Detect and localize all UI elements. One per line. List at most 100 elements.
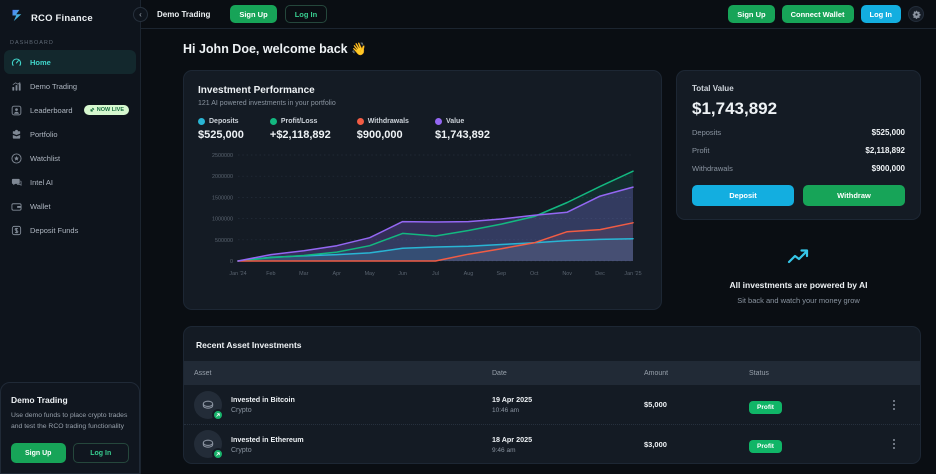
sidebar-item-leaderboard[interactable]: Leaderboard NOW LIVE: [4, 98, 136, 122]
legend-deposits: Deposits $525,000: [198, 118, 244, 141]
invest-arrow-badge: [212, 409, 224, 421]
sidebar-item-label: Portfolio: [30, 130, 58, 139]
sidebar-item-label: Wallet: [30, 202, 51, 211]
sidebar-item-intel-ai[interactable]: Intel AI: [4, 170, 136, 194]
promo-title: Demo Trading: [11, 395, 129, 405]
sidebar-item-label: Demo Trading: [30, 82, 77, 91]
svg-text:0: 0: [230, 259, 233, 265]
wave-emoji: 👋: [351, 42, 367, 56]
performance-chart-area[interactable]: 05000001000000150000020000002500000Jan '…: [198, 147, 647, 290]
gauge-icon: [11, 57, 22, 68]
sidebar-item-portfolio[interactable]: Portfolio: [4, 122, 136, 146]
page-title: Hi John Doe, welcome back 👋: [183, 42, 921, 57]
sidebar-item-label: Watchlist: [30, 154, 60, 163]
person-icon: [11, 105, 22, 116]
legend-dot-withdrawals: [357, 118, 364, 125]
total-row-profit: Profit$2,118,892: [692, 146, 905, 155]
table-row[interactable]: Invested in Ethereum Crypto 18 Apr 2025 …: [184, 424, 920, 463]
chat-icon: [11, 177, 22, 188]
total-value-label: Total Value: [692, 84, 905, 93]
svg-text:Feb: Feb: [266, 271, 275, 277]
sidebar-item-label: Home: [30, 58, 51, 67]
svg-text:Jun: Jun: [398, 271, 407, 277]
status-badge: Profit: [749, 401, 782, 414]
topbar-login-button[interactable]: Log In: [285, 5, 328, 23]
promo-text: Use demo funds to place crypto trades an…: [11, 411, 129, 433]
sidebar: RCO Finance DASHBOARD Home Demo Trading: [0, 0, 141, 474]
total-value-amount: $1,743,892: [692, 99, 905, 119]
brand-logo-icon: [10, 8, 25, 28]
total-row-deposits: Deposits$525,000: [692, 128, 905, 137]
deposit-button[interactable]: Deposit: [692, 185, 794, 206]
brand-logo-row[interactable]: RCO Finance: [0, 0, 140, 34]
login-button[interactable]: Log In: [861, 5, 902, 23]
invest-amount: $5,000: [634, 400, 739, 409]
svg-text:Aug: Aug: [464, 271, 474, 277]
svg-text:1500000: 1500000: [212, 195, 233, 201]
asset-avatar: [194, 430, 222, 458]
connect-wallet-button[interactable]: Connect Wallet: [782, 5, 854, 23]
ai-promo-title: All investments are powered by AI: [676, 280, 921, 290]
col-header-status: Status: [739, 370, 887, 377]
row-menu-button[interactable]: [887, 400, 901, 410]
withdraw-button[interactable]: Withdraw: [803, 185, 905, 206]
sidebar-item-label: Leaderboard: [30, 106, 73, 115]
asset-type: Crypto: [231, 407, 295, 414]
gear-icon: [912, 10, 921, 19]
promo-signup-button[interactable]: Sign Up: [11, 443, 66, 463]
topbar-signup-button[interactable]: Sign Up: [230, 5, 276, 23]
recent-investments-card: Recent Asset Investments Asset Date Amou…: [183, 326, 921, 464]
svg-text:May: May: [365, 271, 375, 277]
app-root: RCO Finance DASHBOARD Home Demo Trading: [0, 0, 936, 474]
svg-text:Sep: Sep: [497, 271, 507, 277]
asset-avatar: [194, 391, 222, 419]
sidebar-collapse-button[interactable]: ‹: [133, 7, 148, 22]
sidebar-item-home[interactable]: Home: [4, 50, 136, 74]
rocket-icon: [89, 107, 95, 113]
sidebar-item-deposit-funds[interactable]: Deposit Funds: [4, 218, 136, 242]
legend-dot-deposits: [198, 118, 205, 125]
table-row[interactable]: Invested in Bitcoin Crypto 19 Apr 2025 1…: [184, 385, 920, 424]
signup-button[interactable]: Sign Up: [728, 5, 774, 23]
briefcase-icon: [11, 129, 22, 140]
trending-up-icon: [787, 248, 811, 265]
settings-gear-button[interactable]: [908, 6, 924, 22]
ai-promo-subtitle: Sit back and watch your money grow: [676, 296, 921, 305]
legend-value: Value $1,743,892: [435, 118, 490, 141]
investment-performance-card: Investment Performance 121 AI powered in…: [183, 70, 662, 310]
sidebar-section-label: DASHBOARD: [0, 34, 140, 50]
invest-time: 9:46 am: [492, 447, 634, 454]
performance-chart: 05000001000000150000020000002500000Jan '…: [198, 147, 649, 285]
sidebar-item-watchlist[interactable]: Watchlist: [4, 146, 136, 170]
bar-chart-icon: [11, 81, 22, 92]
main-content: Hi John Doe, welcome back 👋 Investment P…: [141, 29, 936, 474]
svg-text:2000000: 2000000: [212, 174, 233, 180]
invest-date: 19 Apr 2025: [492, 395, 634, 404]
wallet-icon: [11, 201, 22, 212]
legend-profit-loss: Profit/Loss +$2,118,892: [270, 118, 331, 141]
row-menu-button[interactable]: [887, 439, 901, 449]
right-column: Total Value $1,743,892 Deposits$525,000 …: [676, 70, 921, 310]
col-header-asset: Asset: [184, 370, 482, 377]
sidebar-item-wallet[interactable]: Wallet: [4, 194, 136, 218]
svg-text:Jan '25: Jan '25: [624, 271, 641, 277]
legend-dot-profit: [270, 118, 277, 125]
svg-text:Dec: Dec: [595, 271, 605, 277]
star-icon: [11, 153, 22, 164]
sidebar-item-demo-trading[interactable]: Demo Trading: [4, 74, 136, 98]
sidebar-item-label: Deposit Funds: [30, 226, 78, 235]
col-header-date: Date: [482, 370, 634, 377]
sidebar-demo-promo: Demo Trading Use demo funds to place cry…: [0, 382, 140, 474]
performance-title: Investment Performance: [198, 85, 647, 96]
svg-text:500000: 500000: [215, 238, 233, 244]
asset-name: Invested in Ethereum: [231, 435, 304, 444]
table-header-row: Asset Date Amount Status: [184, 361, 920, 385]
asset-name: Invested in Bitcoin: [231, 395, 295, 404]
invest-date: 18 Apr 2025: [492, 435, 634, 444]
now-live-badge: NOW LIVE: [84, 105, 129, 115]
legend-dot-value: [435, 118, 442, 125]
promo-login-button[interactable]: Log In: [73, 443, 130, 463]
chart-legend: Deposits $525,000 Profit/Loss +$2,118,89…: [198, 118, 647, 141]
invest-amount: $3,000: [634, 440, 739, 449]
table-title: Recent Asset Investments: [184, 327, 920, 361]
